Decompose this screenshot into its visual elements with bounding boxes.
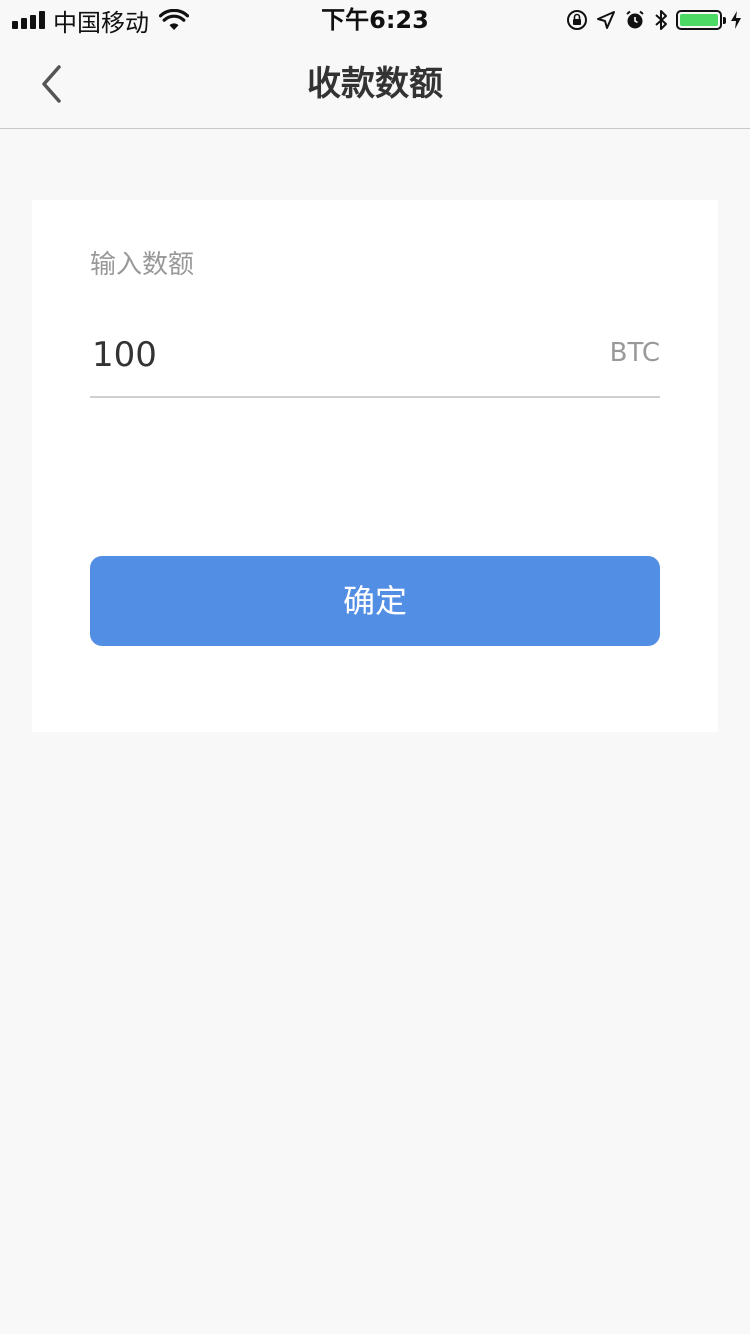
navigation-bar: 收款数额 [0, 40, 750, 129]
amount-card: 输入数额 BTC 确定 [32, 200, 718, 732]
confirm-button[interactable]: 确定 [90, 556, 660, 646]
status-bar: 中国移动 下午6:23 [0, 0, 750, 40]
charging-bolt-icon [731, 11, 741, 29]
amount-input[interactable] [90, 330, 534, 380]
amount-label: 输入数额 [90, 250, 195, 280]
page-title: 收款数额 [307, 64, 443, 104]
location-arrow-icon [597, 11, 615, 29]
bluetooth-icon [655, 10, 667, 30]
currency-unit-label: BTC [609, 338, 660, 368]
battery-fill [680, 14, 718, 26]
status-right [566, 0, 742, 40]
alarm-icon [626, 10, 644, 29]
battery-icon [676, 10, 726, 30]
battery-cap [723, 17, 726, 24]
orientation-lock-icon [567, 10, 587, 30]
amount-field-row: BTC [90, 328, 660, 398]
